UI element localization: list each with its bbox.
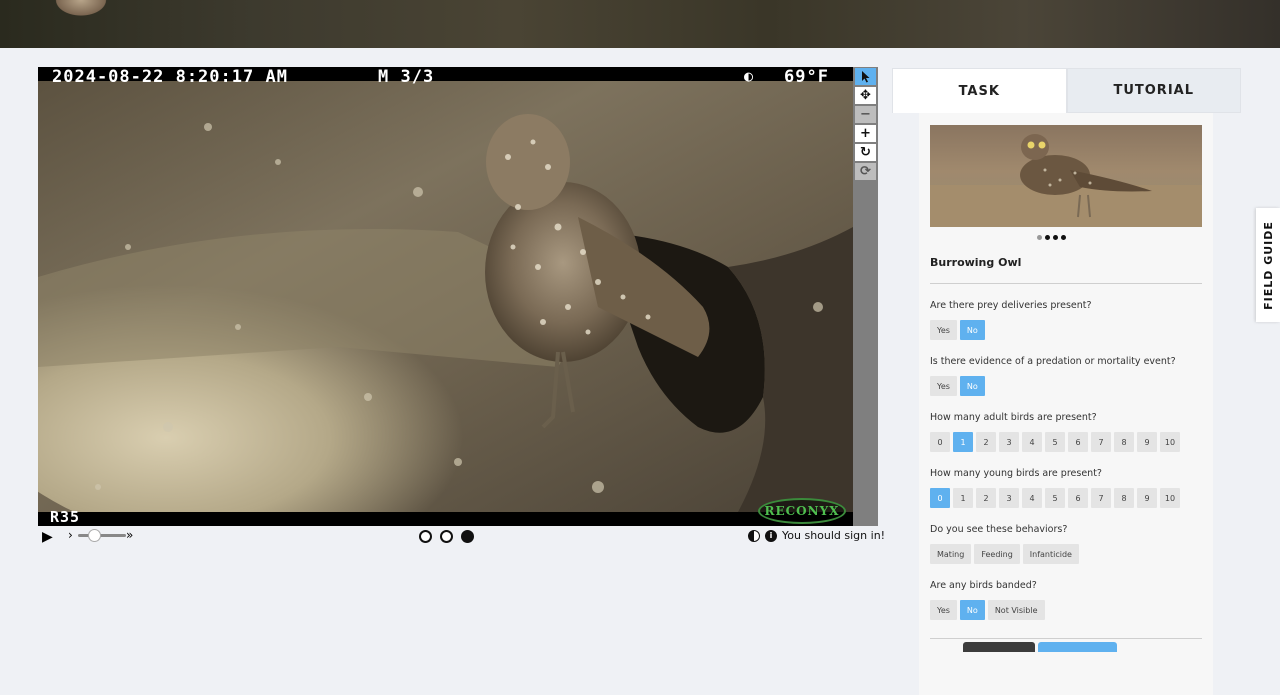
carousel-dot[interactable] [1036,235,1042,240]
reset-icon[interactable]: ⟳ [855,163,876,180]
answer-button[interactable]: 6 [1068,488,1088,508]
done-button[interactable] [1038,642,1117,652]
answer-button[interactable]: 1 [953,432,973,452]
chevron-right-icon: › [68,528,73,542]
answer-options: 0 1 2 3 4 5 6 7 8 9 10 [930,488,1202,508]
task-panel: TASK TUTORIAL Burrowing Owl Are there pr… [892,68,1241,695]
playback-speed-slider[interactable]: › » [68,528,138,544]
info-icon[interactable]: i [765,529,777,542]
answer-button[interactable]: No [959,376,985,396]
answer-button[interactable]: 0 [930,488,950,508]
task-body: Burrowing Owl Are there prey deliveries … [919,113,1213,695]
frame-selector [419,530,474,543]
frame-dot-2[interactable] [440,530,453,543]
tab-task[interactable]: TASK [892,68,1067,113]
zoom-out-icon[interactable]: − [855,106,876,123]
answer-options: 0 1 2 3 4 5 6 7 8 9 10 [930,432,1202,452]
question-text: Do you see these behaviors? [930,524,1068,535]
field-guide-label: FIELD GUIDE [1261,220,1275,310]
header-banner [0,0,1280,48]
answer-button[interactable]: 1 [953,488,973,508]
answer-options: Mating Feeding Infanticide [930,544,1202,564]
carousel-dot[interactable] [1052,235,1058,240]
answer-button[interactable]: 5 [1045,488,1065,508]
zoom-in-icon[interactable]: + [855,125,876,142]
answer-button[interactable]: 7 [1091,488,1111,508]
double-chevron-right-icon: » [126,528,134,542]
image-toolbar: ✥ − + ↻ ⟳ [853,67,878,526]
answer-button[interactable]: Not Visible [987,600,1045,620]
answer-button[interactable]: 4 [1022,488,1042,508]
answer-button[interactable]: 3 [999,432,1019,452]
answer-button[interactable]: Feeding [974,544,1020,564]
answer-button[interactable]: 8 [1114,488,1134,508]
camera-id-overlay: R35 [50,508,81,526]
answer-options: Yes No [930,376,1202,396]
species-example-image[interactable] [930,125,1202,227]
image-carousel-dots [900,235,1202,240]
signin-text: You should sign in! [782,529,886,542]
answer-button[interactable]: No [959,600,985,620]
pointer-icon[interactable] [855,68,876,85]
answer-button[interactable]: 6 [1068,432,1088,452]
divider [930,283,1202,284]
answer-button[interactable]: 0 [930,432,950,452]
rotate-icon[interactable]: ↻ [855,144,876,161]
slider-thumb[interactable] [88,529,101,542]
answer-button[interactable]: 10 [1160,488,1180,508]
subject-image-viewer[interactable]: 2024-08-22 8:20:17 AM M 3/3 ◐ 69°F R35 R… [38,67,853,526]
answer-button[interactable]: Yes [930,600,957,620]
answer-button[interactable]: 10 [1160,432,1180,452]
banner-owl-image [52,0,110,18]
answer-options: Yes No [930,320,1202,340]
answer-button[interactable]: 2 [976,488,996,508]
invert-icon[interactable] [748,529,760,542]
answer-button[interactable]: Yes [930,376,957,396]
answer-button[interactable]: 9 [1137,432,1157,452]
half-moon-icon: ◐ [744,67,755,85]
question-text: How many adult birds are present? [930,412,1097,423]
answer-button[interactable]: 2 [976,432,996,452]
temperature-overlay: 69°F [784,67,829,87]
answer-button[interactable]: Infanticide [1022,544,1079,564]
species-name: Burrowing Owl [930,256,1022,269]
slider-track [78,534,126,537]
cancel-button[interactable] [963,642,1035,652]
carousel-dot[interactable] [1060,235,1066,240]
answer-button[interactable]: 9 [1137,488,1157,508]
frame-dot-3[interactable] [461,530,474,543]
question-text: Are there prey deliveries present? [930,300,1092,311]
answer-button[interactable]: 3 [999,488,1019,508]
panel-tabs: TASK TUTORIAL [892,68,1241,113]
timestamp-overlay: 2024-08-22 8:20:17 AM [52,67,288,87]
answer-button[interactable]: 4 [1022,432,1042,452]
answer-button[interactable]: Mating [930,544,972,564]
carousel-dot[interactable] [1044,235,1050,240]
question-text: Is there evidence of a predation or mort… [930,356,1176,367]
signin-notice: i You should sign in! [748,529,885,542]
answer-button[interactable]: 8 [1114,432,1134,452]
question-text: How many young birds are present? [930,468,1102,479]
camera-trap-photo [38,67,853,526]
frame-dot-1[interactable] [419,530,432,543]
play-icon[interactable]: ▶ [42,529,53,545]
answer-button[interactable]: 7 [1091,432,1111,452]
answer-button[interactable]: Yes [930,320,957,340]
divider [930,638,1202,639]
answer-options: Yes No Not Visible [930,600,1202,620]
reconyx-logo: RECONYX [758,498,846,524]
frame-counter-overlay: M 3/3 [378,67,435,87]
tab-tutorial[interactable]: TUTORIAL [1066,68,1241,113]
field-guide-tab[interactable]: FIELD GUIDE [1256,208,1280,322]
action-buttons [963,642,1117,652]
question-list: Are there prey deliveries present? Yes No I… [930,300,1202,620]
question-text: Are any birds banded? [930,580,1037,591]
move-icon[interactable]: ✥ [855,87,876,104]
answer-button[interactable]: 5 [1045,432,1065,452]
answer-button[interactable]: No [959,320,985,340]
